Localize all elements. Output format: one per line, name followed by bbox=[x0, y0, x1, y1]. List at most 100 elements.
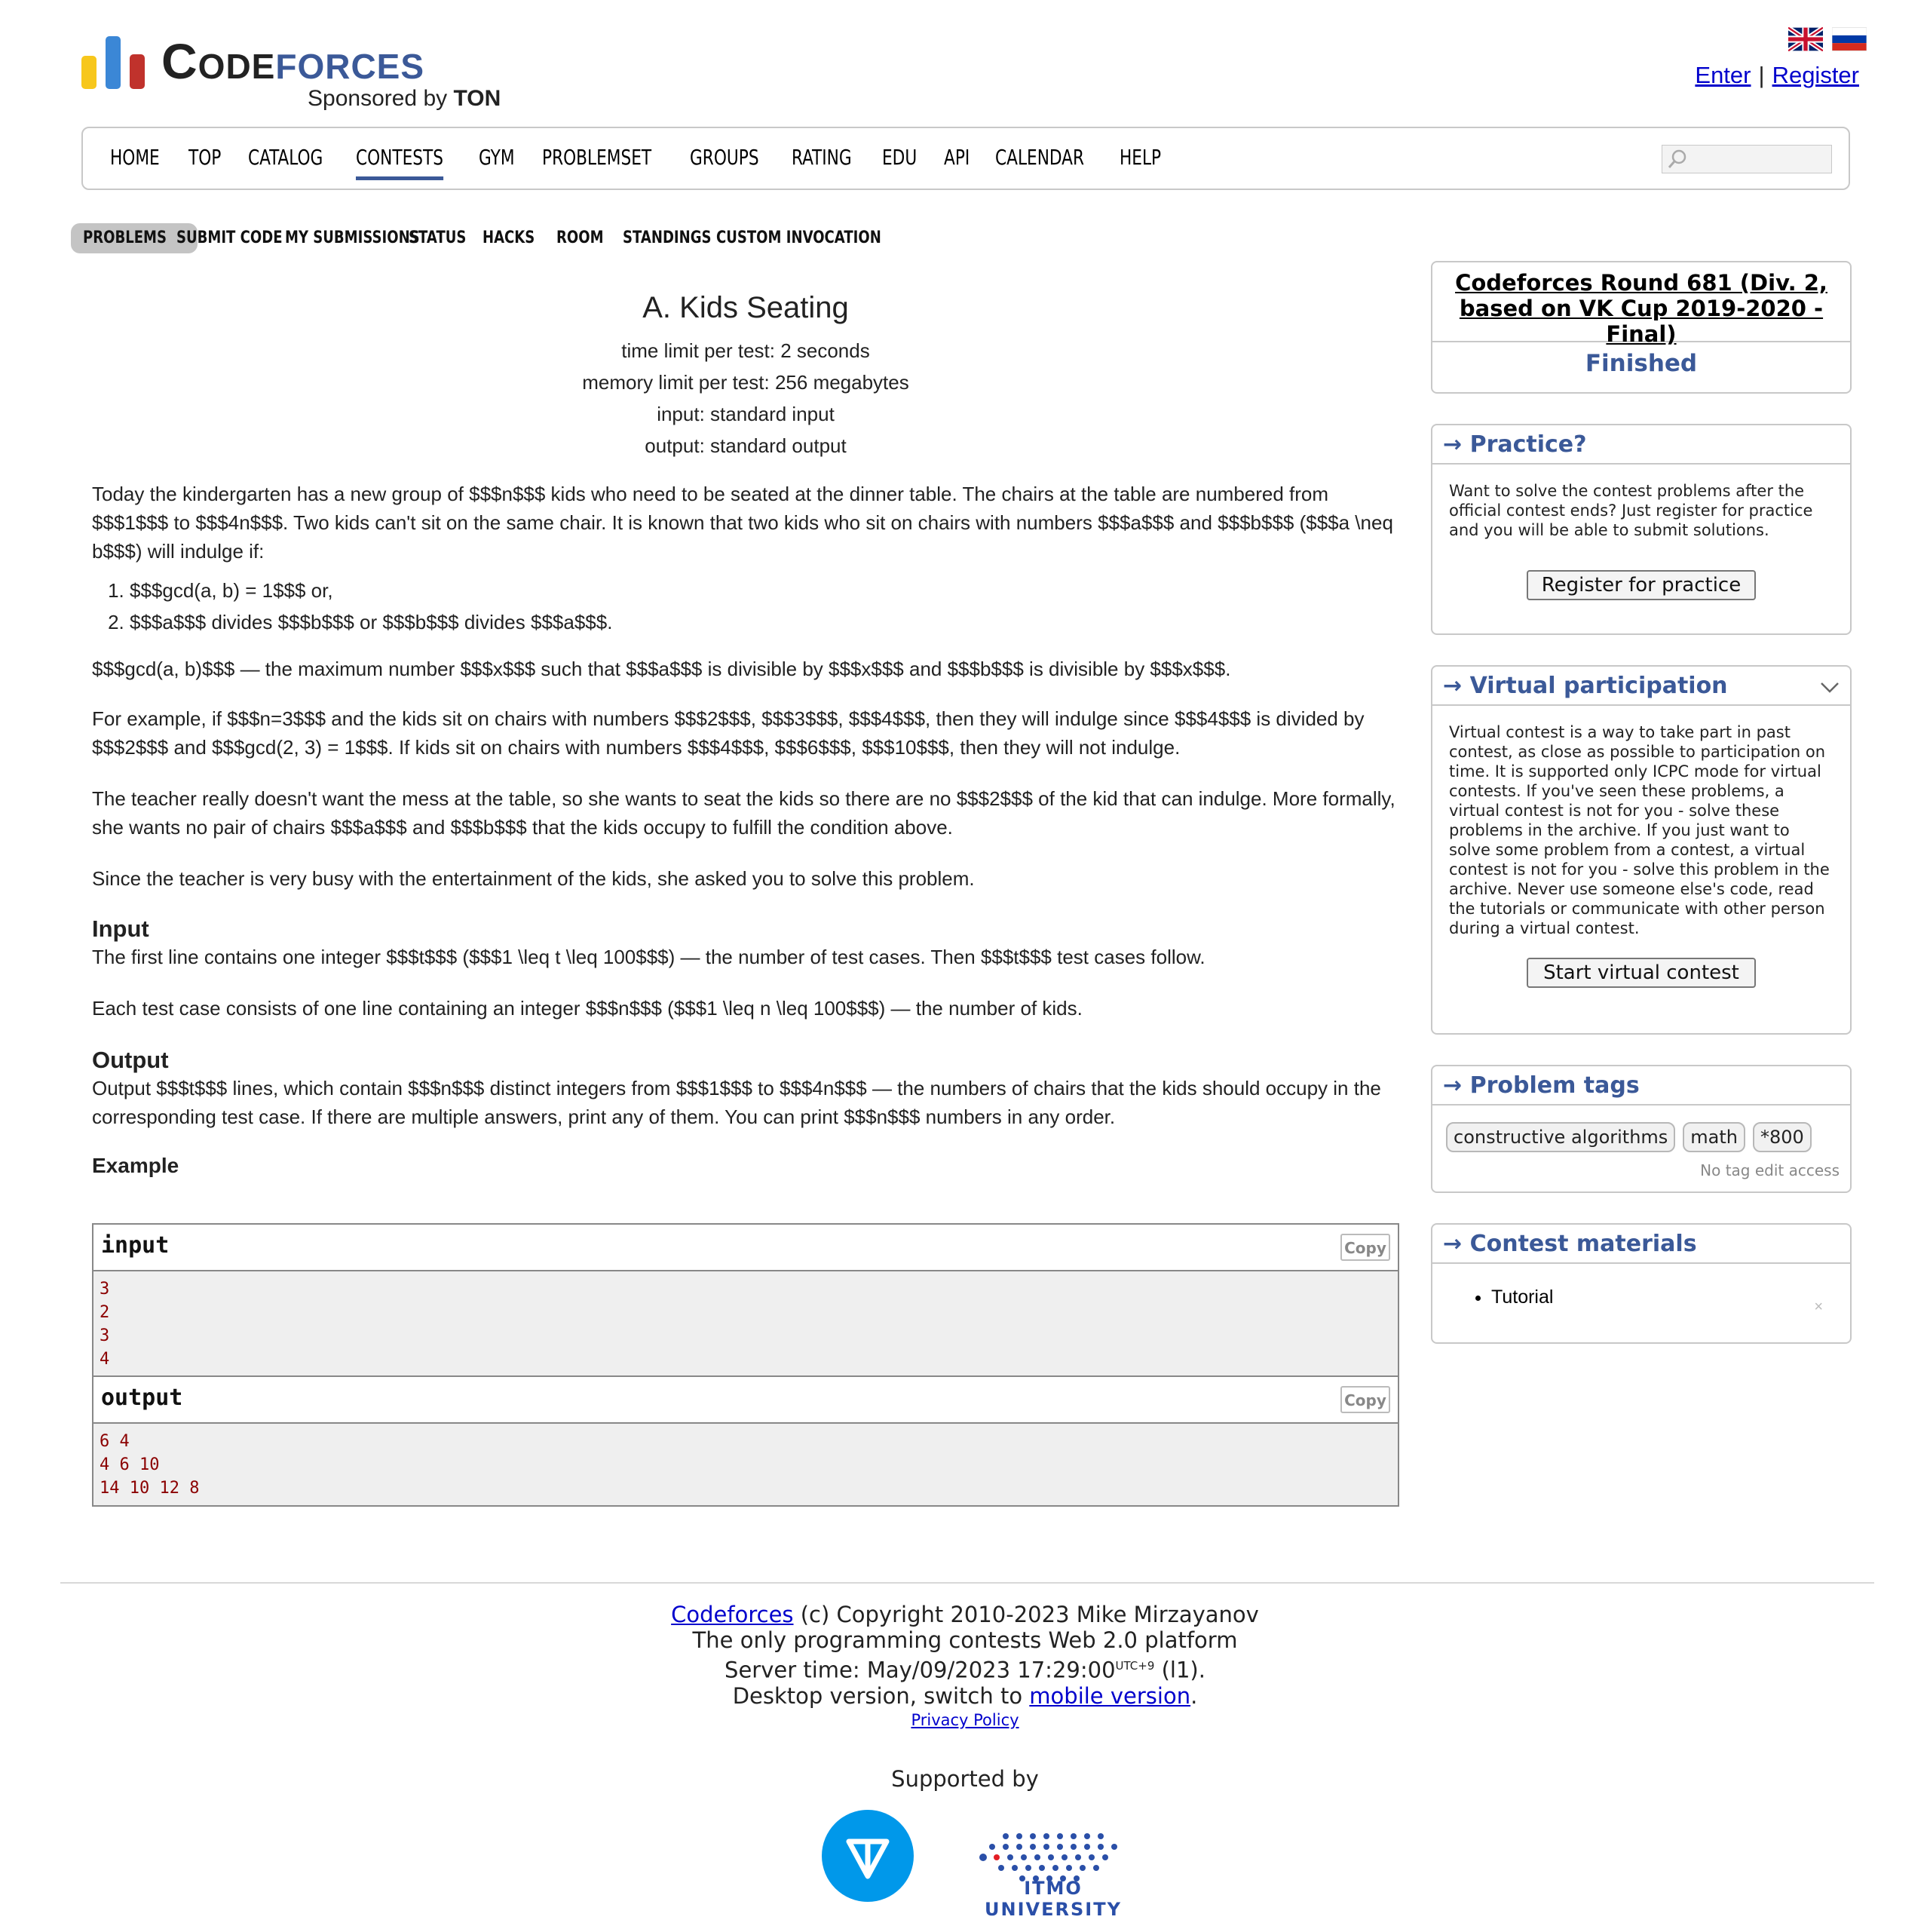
input-text-2: Each test case consists of one line cont… bbox=[92, 997, 1083, 1020]
nav-item-catalog[interactable]: CATALOG bbox=[248, 140, 323, 177]
subnav-item-custom-invocation[interactable]: CUSTOM INVOCATION bbox=[716, 223, 881, 253]
itmo-dot bbox=[1093, 1865, 1099, 1871]
register-practice-button[interactable]: Register for practice bbox=[1527, 570, 1756, 600]
round-title-link[interactable]: Codeforces Round 681 (Div. 2, based on V… bbox=[1455, 270, 1827, 347]
nav-item-groups[interactable]: GROUPS bbox=[690, 140, 759, 177]
nav-item-home[interactable]: HOME bbox=[110, 140, 160, 177]
itmo-dot bbox=[1030, 1844, 1036, 1850]
subnav-item-my-submissions[interactable]: MY SUBMISSIONS bbox=[285, 223, 420, 253]
itmo-dot bbox=[1043, 1844, 1049, 1850]
itmo-dot bbox=[1084, 1844, 1090, 1850]
nav-item-calendar[interactable]: CALENDAR bbox=[995, 140, 1084, 177]
practice-text: Want to solve the contest problems after… bbox=[1449, 482, 1813, 539]
itmo-dot bbox=[1102, 1854, 1108, 1860]
footer-copyright: Codeforces (c) Copyright 2010-2023 Mike … bbox=[0, 1602, 1930, 1627]
footer-divider bbox=[60, 1582, 1874, 1584]
itmo-dot bbox=[979, 1854, 987, 1861]
practice-header: → Practice? bbox=[1432, 425, 1850, 465]
example-explanation: For example, if $$$n=3$$$ and the kids s… bbox=[92, 707, 1365, 759]
practice-title: → Practice? bbox=[1443, 431, 1587, 458]
itmo-dot bbox=[998, 1865, 1004, 1871]
chevron-down-icon[interactable] bbox=[1818, 676, 1841, 698]
itmo-dot bbox=[1030, 1833, 1036, 1839]
ton-logo-icon[interactable] bbox=[822, 1810, 914, 1902]
subnav-item-hacks[interactable]: HACKS bbox=[482, 223, 535, 253]
itmo-dot bbox=[1016, 1833, 1022, 1839]
nav-item-help[interactable]: HELP bbox=[1120, 140, 1161, 177]
contest-materials-box: → Contest materials Tutorial × bbox=[1431, 1223, 1852, 1344]
sample-input-header: input Copy bbox=[93, 1225, 1398, 1271]
example-title: Example bbox=[92, 1154, 179, 1177]
itmo-dot bbox=[1003, 1833, 1009, 1839]
nav-item-gym[interactable]: GYM bbox=[479, 140, 515, 177]
time-limit: time limit per test: 2 seconds bbox=[621, 339, 870, 362]
tag-chip[interactable]: *800 bbox=[1753, 1122, 1812, 1152]
sample-input-line: 3 bbox=[100, 1280, 110, 1299]
privacy-policy-link[interactable]: Privacy Policy bbox=[911, 1711, 1019, 1729]
mobile-version-link[interactable]: mobile version bbox=[1029, 1683, 1190, 1709]
main-nav-list: HOME TOP CATALOG CONTESTS GYM PROBLEMSET GROUP… bbox=[83, 128, 1849, 189]
itmo-dot bbox=[1012, 1865, 1018, 1871]
tag-chip[interactable]: math bbox=[1683, 1122, 1746, 1152]
itmo-dot bbox=[1111, 1844, 1117, 1850]
nav-item-rating[interactable]: RATING bbox=[792, 140, 852, 177]
teacher-paragraph: The teacher really doesn't want the mess… bbox=[92, 787, 1395, 839]
nav-item-api[interactable]: API bbox=[944, 140, 970, 177]
materials-title: → Contest materials bbox=[1443, 1231, 1697, 1257]
start-virtual-contest-button[interactable]: Start virtual contest bbox=[1527, 958, 1756, 988]
virtual-participation-box: → Virtual participation Virtual contest … bbox=[1431, 665, 1852, 1035]
itmo-dot bbox=[1080, 1865, 1086, 1871]
subnav-item-room[interactable]: ROOM bbox=[556, 223, 604, 253]
footer-desktop-version: Desktop version, switch to mobile versio… bbox=[0, 1683, 1930, 1709]
itmo-dot bbox=[1089, 1854, 1095, 1860]
tag-chip[interactable]: constructive algorithms bbox=[1446, 1122, 1676, 1152]
enter-link[interactable]: Enter bbox=[1695, 62, 1751, 88]
condition-item: $$$a$$$ divides $$$b$$$ or $$$b$$$ divid… bbox=[130, 606, 1399, 638]
itmo-dot bbox=[1039, 1865, 1045, 1871]
no-tag-edit-note: No tag edit access bbox=[1700, 1161, 1840, 1179]
nav-item-problemset[interactable]: PROBLEMSET bbox=[542, 140, 651, 177]
itmo-dot bbox=[1021, 1854, 1027, 1860]
tags-title: → Problem tags bbox=[1443, 1072, 1640, 1099]
search-input[interactable] bbox=[1662, 145, 1832, 173]
codeforces-logo[interactable]: Codeforces Sponsored by TON bbox=[81, 32, 504, 115]
itmo-dot bbox=[1098, 1833, 1104, 1839]
virtual-text: Virtual contest is a way to take part in… bbox=[1449, 723, 1830, 937]
round-status: Finished bbox=[1585, 350, 1698, 377]
register-link[interactable]: Register bbox=[1772, 62, 1859, 88]
itmo-university-label[interactable]: ITMO UNIVERSITY bbox=[959, 1878, 1147, 1920]
itmo-dot bbox=[1043, 1833, 1049, 1839]
copy-input-button[interactable]: Copy bbox=[1340, 1234, 1390, 1261]
material-item-tutorial[interactable]: Tutorial bbox=[1491, 1286, 1850, 1308]
condition-item: $$$gcd(a, b) = 1$$$ or, bbox=[130, 575, 1399, 606]
flag-ru-icon[interactable] bbox=[1832, 27, 1867, 51]
auth-links: Enter | Register bbox=[1695, 62, 1859, 89]
sample-output-body[interactable]: 6 4 4 6 10 14 10 12 8 bbox=[93, 1424, 1398, 1505]
subnav-item-status[interactable]: STATUS bbox=[409, 223, 466, 253]
footer-site-link[interactable]: Codeforces bbox=[671, 1602, 793, 1627]
tags-header: → Problem tags bbox=[1432, 1066, 1850, 1106]
logo-word-code: Code bbox=[161, 33, 276, 89]
subnav-item-submit-code[interactable]: SUBMIT CODE bbox=[176, 223, 283, 253]
subnav-item-standings[interactable]: STANDINGS bbox=[623, 223, 712, 253]
materials-header: → Contest materials bbox=[1432, 1225, 1850, 1264]
supported-by-label: Supported by bbox=[891, 1766, 1039, 1792]
sample-input-label: input bbox=[101, 1232, 170, 1259]
remove-material-icon[interactable]: × bbox=[1814, 1299, 1823, 1316]
input-text-1: The first line contains one integer $$$t… bbox=[92, 946, 1205, 968]
nav-item-contests[interactable]: CONTESTS bbox=[356, 140, 443, 180]
footer-tagline: The only programming contests Web 2.0 pl… bbox=[692, 1627, 1238, 1653]
itmo-dot bbox=[1003, 1844, 1009, 1850]
output-section-title: Output bbox=[92, 1047, 169, 1073]
copy-output-button[interactable]: Copy bbox=[1340, 1386, 1390, 1413]
flag-uk-icon[interactable] bbox=[1788, 27, 1823, 51]
nav-item-top[interactable]: TOP bbox=[188, 140, 221, 177]
logo-word-forces: forces bbox=[275, 33, 425, 89]
nav-item-edu[interactable]: EDU bbox=[882, 140, 917, 177]
practice-box: → Practice? Want to solve the contest pr… bbox=[1431, 424, 1852, 635]
footer: Codeforces (c) Copyright 2010-2023 Mike … bbox=[0, 1602, 1930, 1731]
sample-input-body[interactable]: 3 2 3 4 bbox=[93, 1271, 1398, 1377]
sample-input-line: 2 bbox=[100, 1303, 110, 1322]
subnav-item-problems[interactable]: PROBLEMS bbox=[83, 223, 167, 253]
itmo-dot bbox=[1057, 1833, 1063, 1839]
